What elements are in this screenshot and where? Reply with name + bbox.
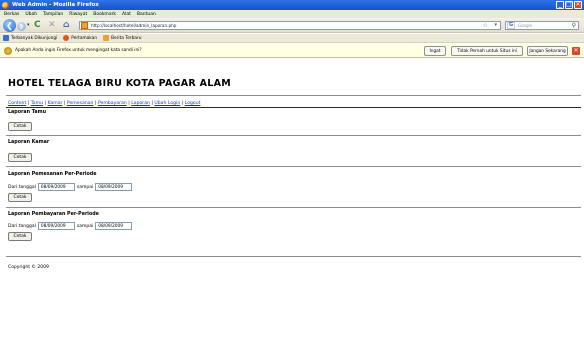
- minimize-button[interactable]: _: [556, 1, 564, 9]
- cetak-tamu-button[interactable]: Cetak: [8, 122, 32, 131]
- nav-pembayaran[interactable]: Pembayaran: [98, 101, 127, 106]
- section-title-pembayaran: Laporan Pembayaran Per-Periode: [8, 212, 99, 217]
- bookmark-label: Terbanyak Dikunjungi: [11, 35, 58, 41]
- bookmark-item[interactable]: Terbanyak Dikunjungi: [3, 35, 57, 41]
- pemesanan-to-date-input[interactable]: 08/09/2009: [95, 183, 133, 191]
- to-label: sampai: [76, 223, 94, 229]
- window-titlebar[interactable]: Web Admin - Mozilla Firefox _ □ ✕: [0, 0, 584, 10]
- rss-icon: [103, 35, 110, 41]
- google-icon[interactable]: G: [507, 22, 515, 29]
- menu-bookmark[interactable]: Bookmark: [93, 12, 116, 17]
- stop-button[interactable]: ✕: [48, 20, 56, 30]
- footer-copyright: Copyright © 2009: [8, 265, 49, 270]
- not-now-button[interactable]: Jangan Sekarang: [527, 46, 568, 56]
- notification-text: Apakah Anda ingin Firefox untuk menginga…: [15, 48, 142, 53]
- password-notification-bar: Apakah Anda ingin Firefox untuk menginga…: [0, 44, 584, 58]
- remember-button[interactable]: Ingat: [424, 46, 446, 56]
- search-input[interactable]: Google: [518, 23, 532, 28]
- url-dropdown-icon[interactable]: ▾: [494, 22, 497, 28]
- admin-nav: Content | Tamu | Kamar | Pemesanan | Pem…: [8, 101, 200, 106]
- divider: [6, 207, 581, 208]
- never-for-site-button[interactable]: Tidak Pernah untuk Situs ini: [451, 46, 523, 56]
- cetak-pemesanan-button[interactable]: Cetak: [8, 193, 32, 202]
- close-icon[interactable]: ✕: [572, 47, 580, 55]
- page-title: HOTEL TELAGA BIRU KOTA PAGAR ALAM: [8, 78, 232, 89]
- back-button[interactable]: ❮: [3, 19, 16, 32]
- bookmark-label: Berita Terbaru: [111, 35, 142, 41]
- address-bar[interactable]: http://localhost/hotel/admin_laporan.php…: [79, 21, 501, 30]
- key-icon: [4, 46, 12, 55]
- section-title-tamu: Laporan Tamu: [8, 110, 47, 115]
- divider: [6, 107, 581, 108]
- window-controls: _ □ ✕: [556, 1, 582, 9]
- menu-bantuan[interactable]: Bantuan: [137, 12, 156, 17]
- nav-laporan[interactable]: Laporan: [131, 101, 150, 106]
- menu-tampilan[interactable]: Tampilan: [43, 12, 63, 17]
- divider: [6, 135, 581, 136]
- navigation-toolbar: ❮ ❯ ▾ C ✕ ⌂ http://localhost/hotel/admin…: [0, 18, 584, 33]
- menu-alat[interactable]: Alat: [122, 12, 131, 17]
- pembayaran-to-date-input[interactable]: 08/09/2009: [95, 222, 133, 230]
- bookmark-item[interactable]: Berita Terbaru: [103, 35, 141, 41]
- menu-riwayat[interactable]: Riwayat: [69, 12, 87, 17]
- bookmark-label: Pertamakan: [71, 35, 98, 41]
- forward-button[interactable]: ❯: [17, 22, 26, 31]
- reload-button[interactable]: C: [34, 20, 41, 30]
- cetak-kamar-button[interactable]: Cetak: [8, 153, 32, 162]
- window-title: Web Admin - Mozilla Firefox: [12, 2, 99, 8]
- menu-ubah[interactable]: Ubah: [25, 12, 37, 17]
- pembayaran-period-row: Dari tanggal 08/09/2009 sampai 08/09/200…: [8, 222, 134, 230]
- divider: [6, 256, 581, 257]
- page-content: HOTEL TELAGA BIRU KOTA PAGAR ALAM Conten…: [0, 59, 584, 342]
- menu-bar: Berkas Ubah Tampilan Riwayat Bookmark Al…: [0, 10, 584, 18]
- from-label: Dari tanggal: [8, 184, 36, 190]
- divider: [6, 95, 581, 96]
- url-text[interactable]: http://localhost/hotel/admin_laporan.php: [91, 23, 176, 28]
- section-title-pemesanan: Laporan Pemesanan Per-Periode: [8, 172, 97, 177]
- bookmark-star-icon[interactable]: ☆: [483, 22, 488, 29]
- bookmarks-bar: Terbanyak Dikunjungi Pertamakan Berita T…: [0, 34, 584, 43]
- pemesanan-period-row: Dari tanggal 08/09/2009 sampai 08/09/200…: [8, 183, 134, 191]
- history-dropdown-icon[interactable]: ▾: [27, 22, 30, 28]
- cetak-pembayaran-button[interactable]: Cetak: [8, 232, 32, 241]
- from-label: Dari tanggal: [8, 223, 36, 229]
- firefox-icon: [2, 1, 9, 9]
- menu-berkas[interactable]: Berkas: [4, 12, 19, 17]
- close-window-button[interactable]: ✕: [574, 1, 582, 9]
- nav-logout[interactable]: Logout: [185, 101, 201, 106]
- divider: [6, 166, 581, 167]
- section-title-kamar: Laporan Kamar: [8, 140, 50, 145]
- pembayaran-from-date-input[interactable]: 08/09/2009: [37, 222, 75, 230]
- site-favicon-icon: [81, 22, 88, 29]
- search-icon[interactable]: ⚲: [572, 22, 576, 29]
- nav-tamu[interactable]: Tamu: [31, 101, 43, 106]
- search-box[interactable]: G Google ⚲: [505, 21, 579, 30]
- maximize-button[interactable]: □: [565, 1, 573, 9]
- bookmark-item[interactable]: Pertamakan: [63, 35, 97, 41]
- nav-content[interactable]: Content: [8, 101, 26, 106]
- to-label: sampai: [76, 184, 94, 190]
- home-button[interactable]: ⌂: [63, 20, 69, 30]
- pemesanan-from-date-input[interactable]: 08/09/2009: [37, 183, 75, 191]
- nav-pemesanan[interactable]: Pemesanan: [67, 101, 94, 106]
- bookmark-star-icon: [3, 35, 9, 41]
- nav-kamar[interactable]: Kamar: [47, 101, 62, 106]
- nav-ubah-login[interactable]: Ubah Login: [154, 101, 180, 106]
- firefox-icon: [63, 35, 70, 41]
